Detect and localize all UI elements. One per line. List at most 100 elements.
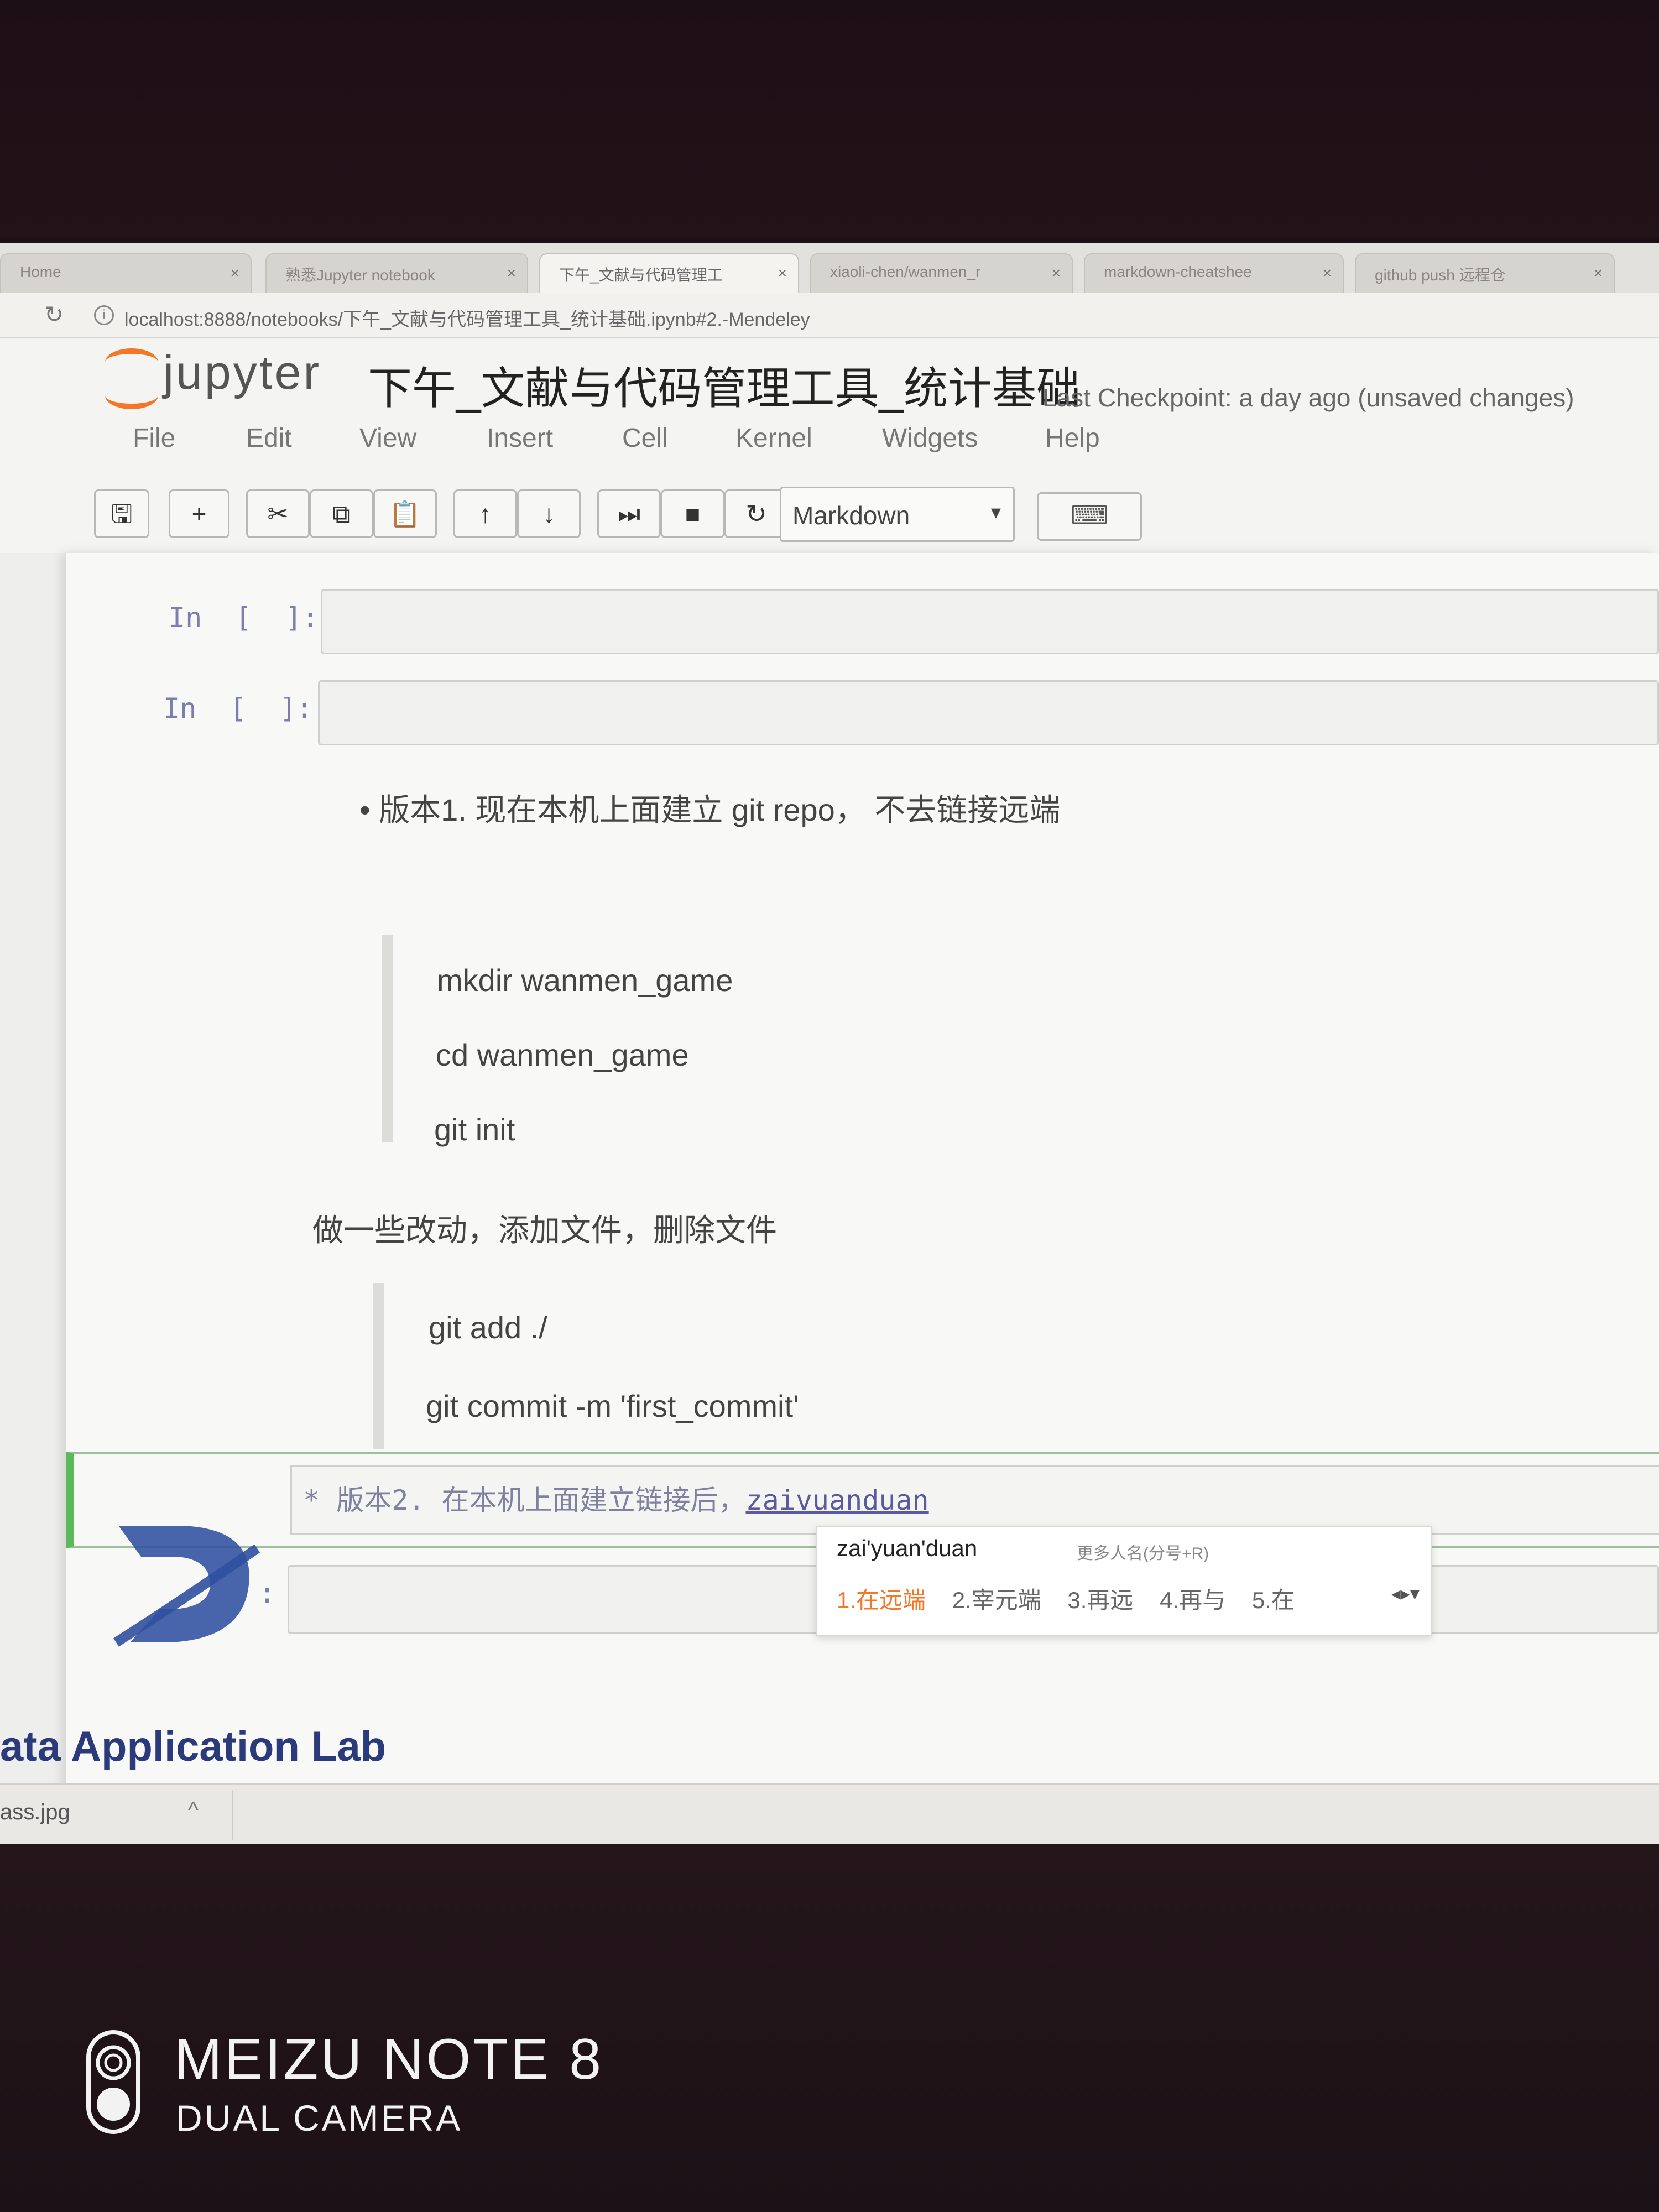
tab-label: xiaoli-chen/wanmen_r [830, 263, 981, 280]
cell-prompt: In [ ]: [169, 602, 319, 634]
tab-github-push[interactable]: github push 远程仓 × [1355, 253, 1615, 293]
interrupt-button[interactable]: ■ [661, 489, 724, 538]
menu-help[interactable]: Help [1045, 423, 1100, 453]
url-field[interactable]: localhost:8888/notebooks/下午_文献与代码管理工具_统计… [124, 304, 810, 331]
run-button[interactable]: ⏭ [597, 489, 661, 538]
cell-type-select[interactable]: Markdown ▾ [780, 487, 1015, 542]
divider [232, 1790, 233, 1840]
tab-markdown-cheatsheet[interactable]: markdown-cheatshee × [1084, 253, 1344, 293]
ime-candidate[interactable]: 3.再远 [1067, 1587, 1133, 1613]
code-line: mkdir wanmen_game [437, 963, 733, 998]
code-line: git add ./ [429, 1310, 547, 1345]
arrow-down-icon: ↓ [542, 499, 555, 528]
close-icon[interactable]: × [507, 264, 516, 282]
save-icon: 🖫 [111, 499, 133, 528]
close-icon[interactable]: × [1594, 264, 1603, 282]
tab-label: markdown-cheatshee [1104, 263, 1252, 280]
camera-watermark-icon [86, 2030, 140, 2134]
ime-candidate[interactable]: 4.再与 [1160, 1587, 1225, 1613]
menu-widgets[interactable]: Widgets [882, 423, 978, 453]
notebook-area [0, 553, 1659, 1844]
photo-background-top [0, 0, 1659, 238]
keyboard-icon: ⌨ [1070, 501, 1109, 530]
ime-candidate[interactable]: 5.在 [1252, 1587, 1295, 1613]
camera-brand: MEIZU NOTE 8 [174, 2027, 604, 2091]
camera-subtitle: DUAL CAMERA [176, 2098, 463, 2138]
tab-label: Home [20, 263, 61, 280]
menu-file[interactable]: File [133, 423, 175, 453]
close-icon[interactable]: × [1052, 264, 1061, 282]
markdown-paragraph: 做一些改动，添加文件，删除文件 [312, 1213, 777, 1248]
code-line: git init [434, 1112, 515, 1147]
ime-hint: 更多人名(分号+R) [1077, 1545, 1209, 1563]
blockquote-bar [373, 1283, 384, 1449]
tab-bar: Home × 熟悉Jupyter notebook × 下午_文献与代码管理工 × x… [0, 243, 1659, 294]
tab-label: 下午_文献与代码管理工 [559, 267, 723, 284]
menu-edit[interactable]: Edit [246, 423, 292, 453]
stop-icon: ■ [685, 499, 701, 528]
close-icon[interactable]: × [231, 264, 239, 282]
menu-kernel[interactable]: Kernel [735, 423, 812, 453]
close-icon[interactable]: × [1323, 264, 1332, 282]
move-down-button[interactable]: ↓ [517, 489, 581, 538]
menu-view[interactable]: View [359, 423, 416, 453]
close-icon[interactable]: × [778, 264, 787, 282]
arrow-up-icon: ↑ [479, 499, 492, 528]
bullet-text: 版本1. 现在本机上面建立 git repo， 不去链接远端 [379, 792, 1061, 827]
move-up-button[interactable]: ↑ [453, 489, 517, 538]
reload-icon[interactable]: ↻ [44, 301, 64, 328]
refresh-icon: ↻ [745, 499, 767, 528]
code-cell-input[interactable] [318, 680, 1659, 745]
chevron-up-icon[interactable]: ^ [188, 1798, 199, 1823]
tab-jupyter-intro[interactable]: 熟悉Jupyter notebook × [265, 253, 528, 293]
cell-prompt: In [ ]: [163, 692, 313, 724]
ime-composition: zai'yuan'duan [837, 1535, 978, 1561]
browser-window: Home × 熟悉Jupyter notebook × 下午_文献与代码管理工 × x… [0, 243, 1659, 1844]
paste-icon: 📋 [389, 499, 421, 528]
data-application-lab-logo-icon [113, 1526, 260, 1647]
edit-typed-text: zaivuanduan [745, 1484, 929, 1516]
download-bar: ass.jpg ^ [0, 1783, 1659, 1844]
tab-label: github push 远程仓 [1375, 267, 1506, 284]
jupyter-logo-icon[interactable] [100, 346, 166, 409]
command-palette-button[interactable]: ⌨ [1037, 492, 1142, 541]
ime-candidate[interactable]: 2.宰元端 [952, 1587, 1041, 1613]
save-button[interactable]: 🖫 [94, 489, 149, 538]
checkpoint-status: Last Checkpoint: a day ago (unsaved chan… [1042, 383, 1574, 412]
ime-candidate[interactable]: 1.在远端 [837, 1587, 926, 1613]
paste-button[interactable]: 📋 [373, 489, 437, 538]
ime-candidates: 1.在远端 2.宰元端 3.再远 4.再与 5.在 [837, 1582, 1314, 1615]
code-line: cd wanmen_game [436, 1037, 689, 1072]
tab-current-notebook[interactable]: 下午_文献与代码管理工 × [539, 253, 799, 293]
tab-github-repo[interactable]: xiaoli-chen/wanmen_r × [810, 253, 1073, 293]
ime-page-arrows-icon[interactable]: ◂▸▾ [1391, 1583, 1420, 1605]
insert-cell-button[interactable]: + [169, 489, 229, 538]
markdown-bullet-1[interactable]: • 版本1. 现在本机上面建立 git repo， 不去链接远端 [359, 785, 1060, 830]
menu-cell[interactable]: Cell [622, 423, 668, 453]
chevron-down-icon: ▾ [990, 500, 1001, 523]
menu-insert[interactable]: Insert [487, 423, 553, 453]
edit-text: * 版本2. 在本机上面建立链接后， [303, 1484, 746, 1516]
plus-icon: + [191, 499, 207, 528]
jupyter-logo-text[interactable]: jupyter [163, 346, 321, 400]
notebook-title[interactable]: 下午_文献与代码管理工具_统计基础 [368, 353, 1081, 417]
watermark-text: ata Application Lab [0, 1723, 387, 1770]
cell-type-value: Markdown [792, 501, 910, 530]
code-cell-input[interactable] [321, 589, 1659, 654]
cut-button[interactable]: ✂ [246, 489, 310, 538]
restart-button[interactable]: ↻ [724, 489, 788, 538]
notebook-page [66, 553, 1659, 1844]
scissors-icon: ✂ [267, 499, 289, 528]
copy-icon: ⧉ [332, 499, 351, 528]
cell-prompt-partial: : [259, 1577, 276, 1609]
info-icon[interactable]: i [94, 305, 114, 325]
tab-label: 熟悉Jupyter notebook [285, 267, 435, 284]
tab-home[interactable]: Home × [0, 253, 252, 293]
step-forward-icon: ⏭ [617, 499, 641, 528]
address-bar: ↻ i localhost:8888/notebooks/下午_文献与代码管理工… [0, 293, 1659, 338]
copy-button[interactable]: ⧉ [310, 489, 373, 538]
ime-candidate-window[interactable]: zai'yuan'duan 更多人名(分号+R) 1.在远端 2.宰元端 3.再… [816, 1526, 1432, 1636]
markdown-edit-input[interactable]: * 版本2. 在本机上面建立链接后，zaivuanduan [290, 1465, 1659, 1535]
code-line: git commit -m 'first_commit' [426, 1389, 799, 1423]
download-filename[interactable]: ass.jpg [0, 1800, 70, 1825]
